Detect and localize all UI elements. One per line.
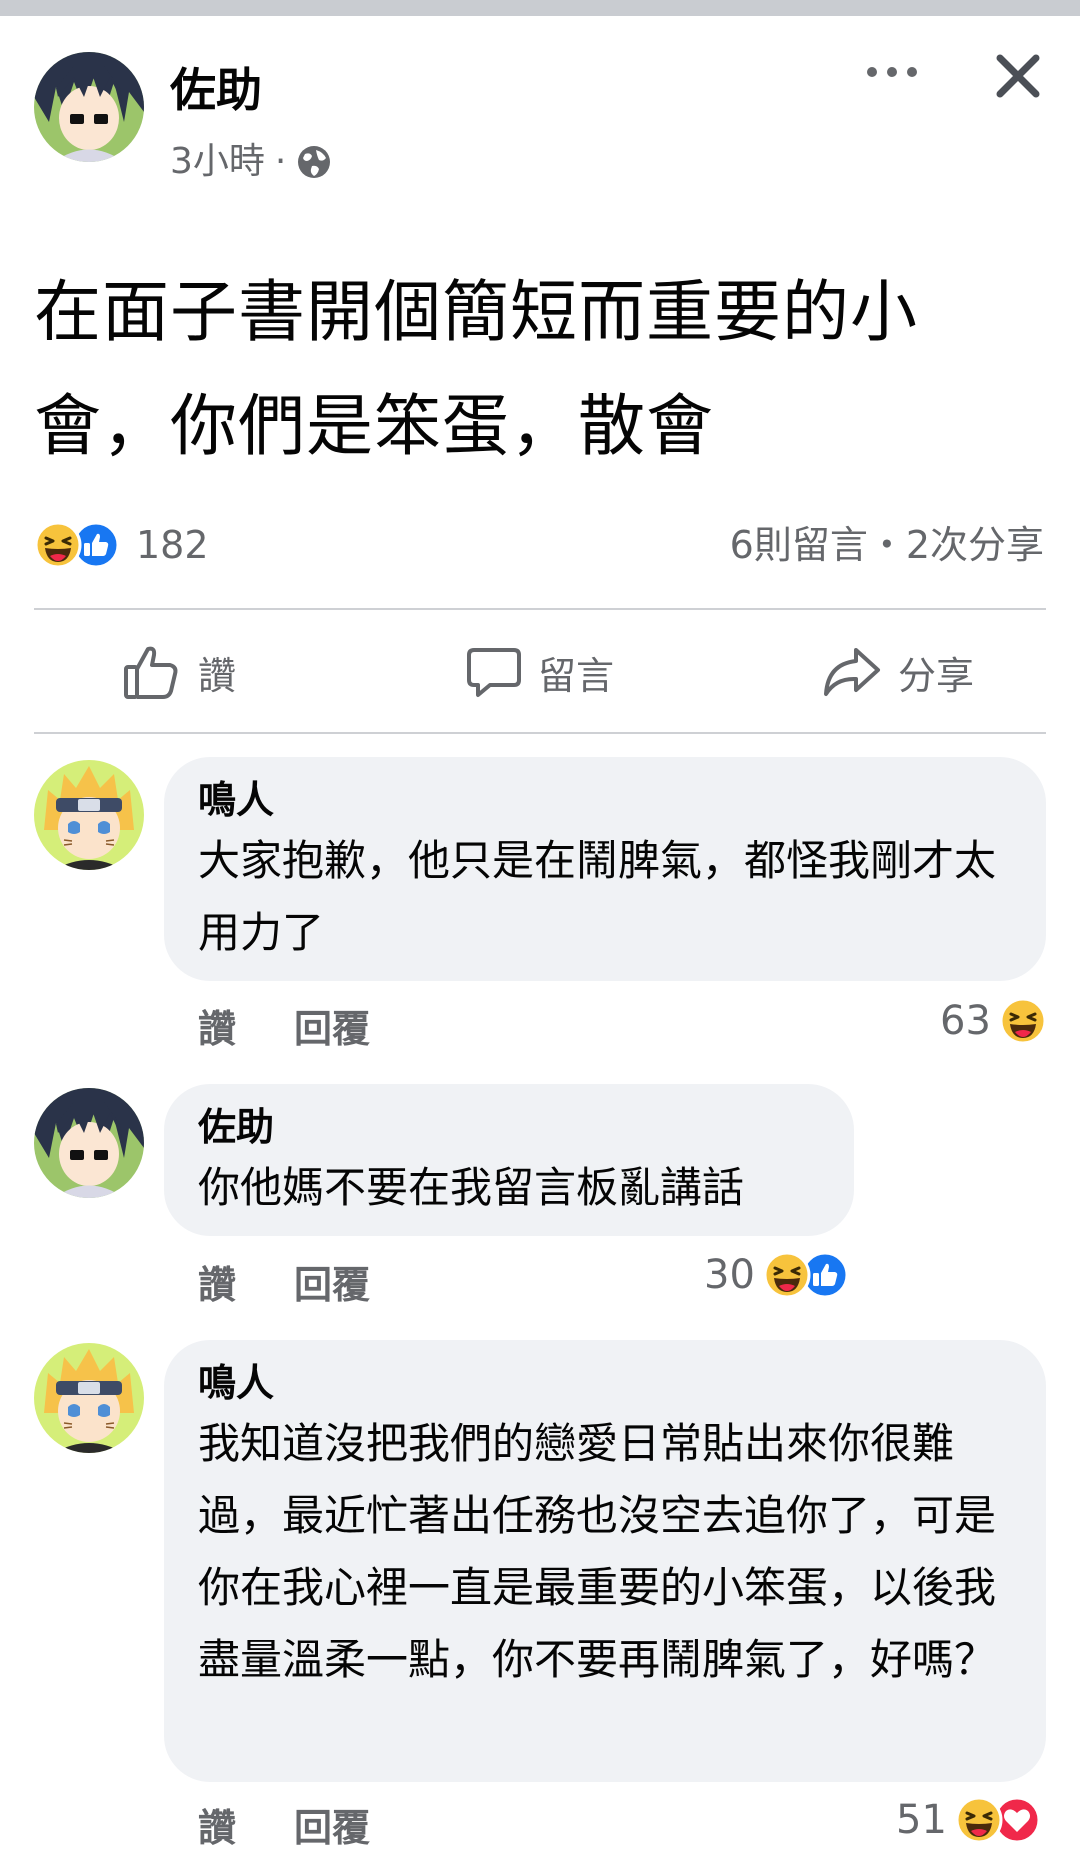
meta-separator: ·: [274, 141, 287, 182]
comment-author[interactable]: 鳴人: [198, 775, 1012, 825]
post-stats[interactable]: 6則留言・2次分享: [730, 522, 1044, 568]
post-author-name[interactable]: 佐助: [170, 62, 262, 118]
comment-bubble: 鳴人 我知道沒把我們的戀愛日常貼出來你很難過，最近忙著出任務也沒空去追你了，可是…: [164, 1340, 1046, 1782]
reaction-icons: [34, 521, 118, 569]
comment-reply-button[interactable]: 回覆: [294, 998, 370, 1053]
more-options-button[interactable]: [860, 52, 924, 92]
share-icon: [824, 648, 880, 696]
comment-text: 你他媽不要在我留言板亂講話: [198, 1163, 745, 1212]
comment-reactions[interactable]: 51: [896, 1794, 1041, 1846]
comment-text: 大家抱歉，他只是在鬧脾氣，都怪我剛才太用力了: [198, 836, 997, 957]
like-button[interactable]: 讚: [122, 640, 236, 704]
haha-icon: [763, 1251, 811, 1299]
globe-icon: [298, 146, 331, 178]
share-label: 分享: [898, 653, 975, 698]
comment-bubble: 佐助 你他媽不要在我留言板亂講話: [164, 1084, 854, 1236]
comment-avatar[interactable]: [34, 760, 144, 870]
comment-reaction-count: 30: [704, 1252, 755, 1298]
comment-reactions[interactable]: 30: [704, 1249, 849, 1301]
post-reaction-count: 182: [136, 523, 209, 567]
more-icon: [867, 67, 917, 77]
comment-label: 留言: [538, 653, 615, 698]
comment-avatar[interactable]: [34, 1343, 144, 1453]
comment-author[interactable]: 佐助: [198, 1102, 820, 1152]
comment-bubble: 鳴人 大家抱歉，他只是在鬧脾氣，都怪我剛才太用力了: [164, 757, 1046, 981]
post-reactions-summary[interactable]: 182: [34, 520, 209, 570]
close-button[interactable]: [990, 48, 1046, 104]
comment-author[interactable]: 鳴人: [198, 1358, 1012, 1408]
status-bar-strip: [0, 0, 1080, 16]
comment-like-button[interactable]: 讚: [198, 1797, 236, 1852]
comment-actions: 讚 回覆: [198, 998, 370, 1053]
post-text: 在面子書開個簡短而重要的小會，你們是笨蛋，散會: [34, 273, 918, 465]
close-icon: [996, 54, 1040, 98]
post-author-avatar[interactable]: [34, 52, 144, 162]
comment-reaction-count: 63: [940, 998, 991, 1044]
comment-actions: 讚 回覆: [198, 1254, 370, 1309]
divider: [34, 608, 1046, 610]
comment-actions: 讚 回覆: [198, 1797, 370, 1852]
comment-reactions[interactable]: 63: [940, 995, 1047, 1047]
post-time[interactable]: 3小時: [170, 140, 265, 184]
haha-icon: [34, 521, 82, 569]
post-meta: 3小時 ·: [170, 140, 332, 184]
comment-like-button[interactable]: 讚: [198, 1254, 236, 1309]
like-label: 讚: [198, 653, 237, 698]
reaction-icons: [955, 1796, 1041, 1844]
haha-icon: [999, 997, 1047, 1045]
comment-icon: [467, 648, 521, 697]
thumbs-up-icon: [124, 646, 178, 699]
reaction-icons: [763, 1251, 849, 1299]
comment-reply-button[interactable]: 回覆: [294, 1254, 370, 1309]
comment-button[interactable]: 留言: [466, 640, 614, 704]
haha-icon: [955, 1796, 1003, 1844]
comment-text: 我知道沒把我們的戀愛日常貼出來你很難過，最近忙著出任務也沒空去追你了，可是你在我…: [198, 1419, 997, 1684]
reaction-icons: [999, 997, 1047, 1045]
comment-reaction-count: 51: [896, 1797, 947, 1843]
comment-like-button[interactable]: 讚: [198, 998, 236, 1053]
share-button[interactable]: 分享: [822, 640, 974, 704]
comment-avatar[interactable]: [34, 1088, 144, 1198]
divider: [34, 732, 1046, 734]
comment-reply-button[interactable]: 回覆: [294, 1797, 370, 1852]
